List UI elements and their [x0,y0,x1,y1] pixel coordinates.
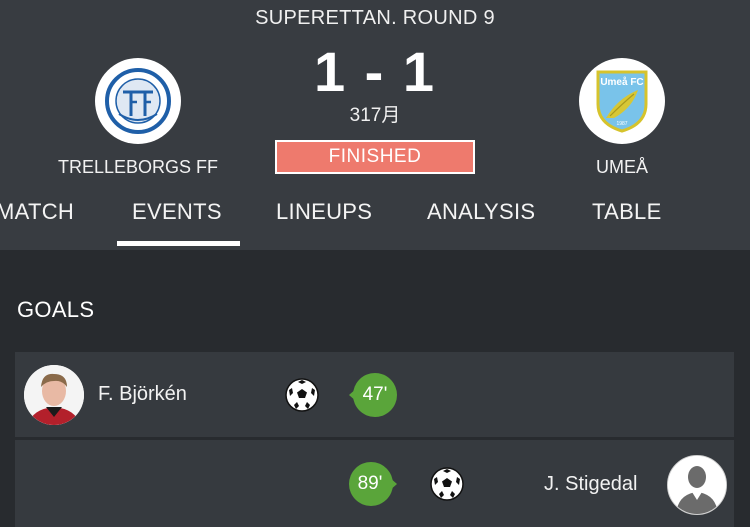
home-team-name[interactable]: TRELLEBORGS FF [38,157,238,178]
tab-match[interactable]: MATCH [0,199,74,225]
soccer-ball-icon [285,378,319,412]
player-avatar-placeholder [667,455,727,515]
match-score: 1 - 1 [313,40,437,103]
soccer-ball-icon [430,467,464,501]
tab-analysis[interactable]: ANALYSIS [427,199,535,225]
active-tab-indicator [117,241,240,246]
umea-logo-text: Umeå FC [600,76,643,88]
goal-minute: 47' [362,384,388,405]
competition-round-title: SUPERETTAN. ROUND 9 [255,7,495,29]
tab-lineups[interactable]: LINEUPS [276,199,372,225]
goal-minute: 89' [357,473,383,494]
goals-section-title: GOALS [17,297,95,322]
default-player-silhouette-icon [668,456,726,514]
goal-minute-badge: 47' [349,371,397,419]
goal-minute-badge: 89' [349,460,397,508]
goal-event-row[interactable]: F. Björkén 47' [15,352,734,437]
match-date: 317月 [349,105,401,126]
player-avatar [24,365,84,425]
match-status-badge: FINISHED [275,140,475,174]
away-team-name[interactable]: UMEÅ [522,157,722,178]
goal-event-row[interactable]: 89' J. Stigedal [15,440,734,527]
tab-events[interactable]: EVENTS [132,199,222,225]
tab-table[interactable]: TABLE [592,199,662,225]
goal-scorer-name[interactable]: J. Stigedal [544,473,637,496]
player-photo-icon [24,365,84,425]
match-header: SUPERETTAN. ROUND 9 TRELLEBORGS FF 1 - 1… [0,0,750,250]
home-team-logo[interactable] [95,58,181,144]
umea-fc-crest-icon: Umeå FC 1987 [596,70,648,133]
trelleborgs-ff-crest-icon [105,68,171,134]
away-team-logo[interactable]: Umeå FC 1987 [579,58,665,144]
goal-scorer-name[interactable]: F. Björkén [98,383,187,406]
umea-logo-year: 1987 [616,121,627,127]
